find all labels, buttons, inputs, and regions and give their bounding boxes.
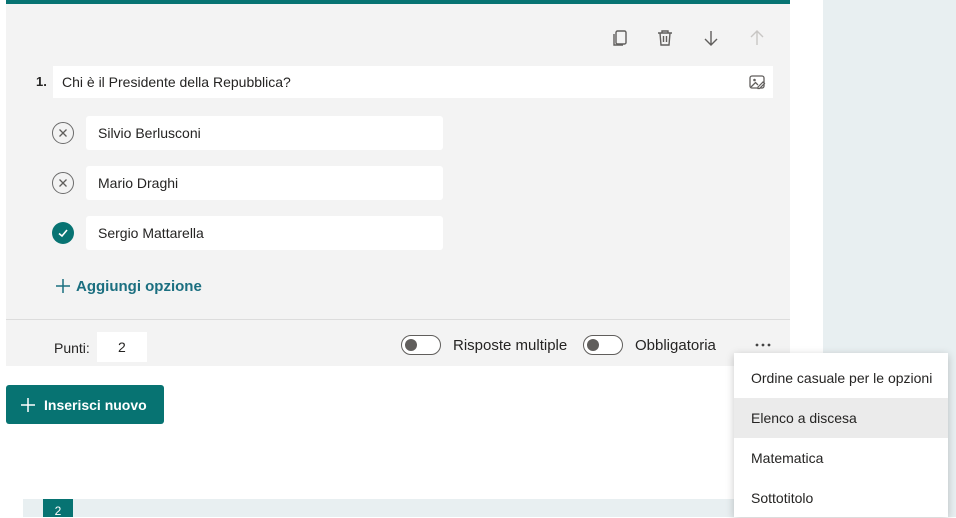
mark-correct-toggle-icon[interactable] <box>52 172 74 194</box>
move-up-icon[interactable] <box>745 26 769 50</box>
next-question-card[interactable] <box>23 499 739 517</box>
add-option-label: Aggiungi opzione <box>76 277 202 295</box>
menu-item-subtitle[interactable]: Sottotitolo <box>734 478 948 518</box>
points-label: Punti: <box>54 340 90 356</box>
option-field[interactable]: Silvio Berlusconi <box>86 116 443 150</box>
multiple-answers-label: Risposte multiple <box>453 337 568 354</box>
option-text: Silvio Berlusconi <box>98 125 201 141</box>
add-option-button[interactable]: Aggiungi opzione <box>54 274 202 298</box>
question-title-field[interactable]: Chi è il Presidente della Repubblica? <box>53 66 773 98</box>
insert-new-label: Inserisci nuovo <box>44 396 147 413</box>
correct-answer-check-icon[interactable] <box>52 222 74 244</box>
required-label: Obbligatoria <box>635 337 716 354</box>
points-value: 2 <box>118 339 126 355</box>
option-field[interactable]: Sergio Mattarella <box>86 216 443 250</box>
copy-icon[interactable] <box>608 26 632 50</box>
delete-icon[interactable] <box>653 26 677 50</box>
insert-new-button[interactable]: Inserisci nuovo <box>6 385 164 424</box>
question-number: 1. <box>36 74 47 89</box>
option-field[interactable]: Mario Draghi <box>86 166 443 200</box>
required-toggle[interactable] <box>583 335 623 355</box>
menu-item-shuffle-options[interactable]: Ordine casuale per le opzioni <box>734 358 948 398</box>
insert-media-icon[interactable] <box>747 72 767 92</box>
more-options-menu: Ordine casuale per le opzioni Elenco a d… <box>734 353 948 517</box>
menu-item-dropdown-list[interactable]: Elenco a discesa <box>734 398 948 438</box>
plus-icon <box>21 397 35 412</box>
move-down-icon[interactable] <box>699 26 723 50</box>
next-question-number: 2 <box>43 499 73 517</box>
plus-icon <box>56 279 70 293</box>
mark-correct-toggle-icon[interactable] <box>52 122 74 144</box>
option-text: Mario Draghi <box>98 175 179 191</box>
question-card: 1. Chi è il Presidente della Repubblica?… <box>6 0 790 366</box>
question-title-text: Chi è il Presidente della Repubblica? <box>62 74 291 90</box>
toggle-knob <box>405 339 417 351</box>
menu-item-math[interactable]: Matematica <box>734 438 948 478</box>
points-input[interactable]: 2 <box>97 332 147 362</box>
card-divider <box>6 319 790 320</box>
toggle-knob <box>587 339 599 351</box>
option-text: Sergio Mattarella <box>98 225 204 241</box>
multiple-answers-toggle[interactable] <box>401 335 441 355</box>
